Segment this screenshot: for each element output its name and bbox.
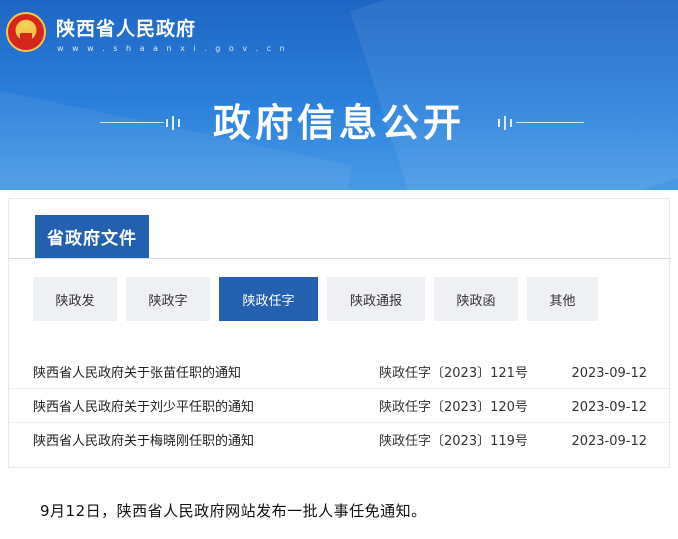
document-number: 陕政任字〔2023〕121号: [379, 366, 528, 381]
tab-shaanzhengtongbao[interactable]: 陕政通报: [327, 277, 425, 321]
document-title-link[interactable]: 陕西省人民政府关于刘少平任职的通知: [33, 399, 254, 417]
documents-panel: 省政府文件 陕政发 陕政字 陕政任字 陕政通报 陕政函 其他 陕西省人民政府关于…: [8, 198, 671, 468]
banner-right-decoration: [498, 116, 584, 130]
document-date: 2023-09-12: [571, 434, 647, 449]
caption-text: 9月12日，陕西省人民政府网站发布一批人事任免通知。: [40, 502, 427, 520]
national-emblem-icon[interactable]: ★: [6, 12, 46, 52]
document-number: 陕政任字〔2023〕119号: [379, 434, 528, 449]
document-title-link[interactable]: 陕西省人民政府关于张苗任职的通知: [33, 365, 241, 383]
document-number: 陕政任字〔2023〕120号: [379, 400, 528, 415]
section-tab-provincial-documents[interactable]: 省政府文件: [35, 215, 149, 258]
tab-shaanzhengfa[interactable]: 陕政发: [33, 277, 117, 321]
site-name[interactable]: 陕西省人民政府: [56, 17, 196, 41]
document-date: 2023-09-12: [571, 400, 647, 415]
document-title-link[interactable]: 陕西省人民政府关于梅晓刚任职的通知: [33, 433, 254, 451]
tab-shaanzhengrenzi[interactable]: 陕政任字: [219, 277, 318, 321]
list-item[interactable]: 陕西省人民政府关于梅晓刚任职的通知 陕政任字〔2023〕119号 2023-09…: [9, 427, 671, 457]
document-date: 2023-09-12: [571, 366, 647, 381]
tab-other[interactable]: 其他: [527, 277, 598, 321]
tab-shaanzhengzi[interactable]: 陕政字: [126, 277, 210, 321]
site-url: w w w . s h a a n x i . g o v . c n: [57, 44, 288, 53]
section-divider: [9, 258, 671, 259]
tab-shaanzhenghan[interactable]: 陕政函: [434, 277, 518, 321]
list-item[interactable]: 陕西省人民政府关于刘少平任职的通知 陕政任字〔2023〕120号 2023-09…: [9, 393, 671, 423]
header-banner: ★ 陕西省人民政府 w w w . s h a a n x i . g o v …: [0, 0, 678, 190]
list-item[interactable]: 陕西省人民政府关于张苗任职的通知 陕政任字〔2023〕121号 2023-09-…: [9, 359, 671, 389]
